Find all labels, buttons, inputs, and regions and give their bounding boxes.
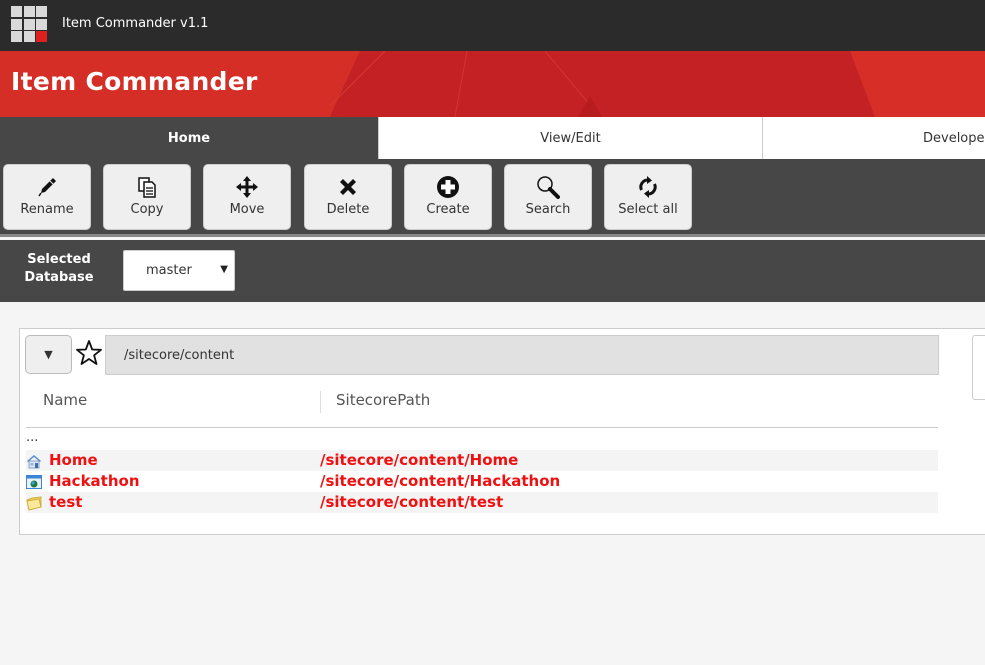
delete-button[interactable]: Delete: [304, 164, 392, 230]
rename-button[interactable]: Rename: [3, 164, 91, 230]
list-item[interactable]: Home /sitecore/content/Home: [26, 450, 938, 471]
create-label: Create: [426, 202, 470, 217]
item-name[interactable]: Home: [49, 451, 98, 469]
select-all-label: Select all: [618, 202, 678, 217]
search-label: Search: [525, 202, 571, 217]
column-header-sitecore-path[interactable]: SitecorePath: [336, 385, 430, 415]
tab-developer[interactable]: Developer: [762, 117, 985, 159]
dropdown-arrow-icon: ▼: [220, 264, 228, 275]
current-path-value: /sitecore/content: [124, 347, 235, 363]
list-item[interactable]: test /sitecore/content/test: [26, 492, 938, 513]
current-path-field[interactable]: /sitecore/content: [105, 335, 939, 375]
create-button[interactable]: Create: [404, 164, 492, 230]
pen-icon: [35, 175, 59, 199]
globe-window-icon: [26, 474, 42, 490]
refresh-icon: [636, 175, 660, 199]
copy-icon: [135, 175, 159, 199]
list-item[interactable]: Hackathon /sitecore/content/Hackathon: [26, 471, 938, 492]
select-all-button[interactable]: Select all: [604, 164, 692, 230]
database-select-value: master: [146, 263, 192, 278]
toolbar: Rename Copy Move Delete Create Search Se…: [0, 159, 985, 237]
selected-database-label: Selected Database: [24, 252, 94, 285]
side-panel-box: [972, 335, 985, 400]
item-path[interactable]: /sitecore/content/Hackathon: [320, 472, 560, 490]
search-button[interactable]: Search: [504, 164, 592, 230]
move-button[interactable]: Move: [203, 164, 291, 230]
banner-title: Item Commander: [11, 67, 258, 96]
plus-circle-icon: [436, 175, 460, 199]
item-name[interactable]: test: [49, 493, 82, 511]
database-bar: Selected Database master ▼: [0, 240, 985, 302]
item-browser-panel: ▼ /sitecore/content Name SitecorePath ..…: [19, 328, 985, 535]
column-separator: [320, 391, 321, 413]
magnifier-icon: [536, 175, 560, 199]
caret-down-icon: ▼: [44, 348, 53, 361]
home-icon: [26, 453, 42, 469]
path-dropdown-button[interactable]: ▼: [25, 335, 72, 374]
move-arrows-icon: [235, 175, 259, 199]
header-divider: [26, 427, 938, 428]
x-icon: [336, 175, 360, 199]
folder-icon: [26, 495, 42, 511]
item-name[interactable]: Hackathon: [49, 472, 140, 490]
app-logo-icon: [11, 6, 47, 42]
column-header-name[interactable]: Name: [43, 385, 87, 415]
delete-label: Delete: [326, 202, 370, 217]
parent-folder-link[interactable]: ...: [26, 430, 38, 445]
tab-bar: Home View/Edit Developer: [0, 117, 985, 159]
move-label: Move: [229, 202, 265, 217]
copy-button[interactable]: Copy: [103, 164, 191, 230]
item-path[interactable]: /sitecore/content/test: [320, 493, 503, 511]
copy-label: Copy: [130, 202, 164, 217]
rename-label: Rename: [20, 202, 74, 217]
app-banner: Item Commander: [0, 51, 985, 117]
top-bar: Item Commander v1.1: [0, 0, 985, 51]
app-window-title: Item Commander v1.1: [62, 16, 209, 31]
tab-view-edit[interactable]: View/Edit: [378, 117, 762, 159]
tab-home[interactable]: Home: [0, 117, 378, 159]
item-path[interactable]: /sitecore/content/Home: [320, 451, 518, 469]
database-select[interactable]: master ▼: [123, 250, 235, 291]
favorite-star-icon[interactable]: [75, 339, 103, 367]
